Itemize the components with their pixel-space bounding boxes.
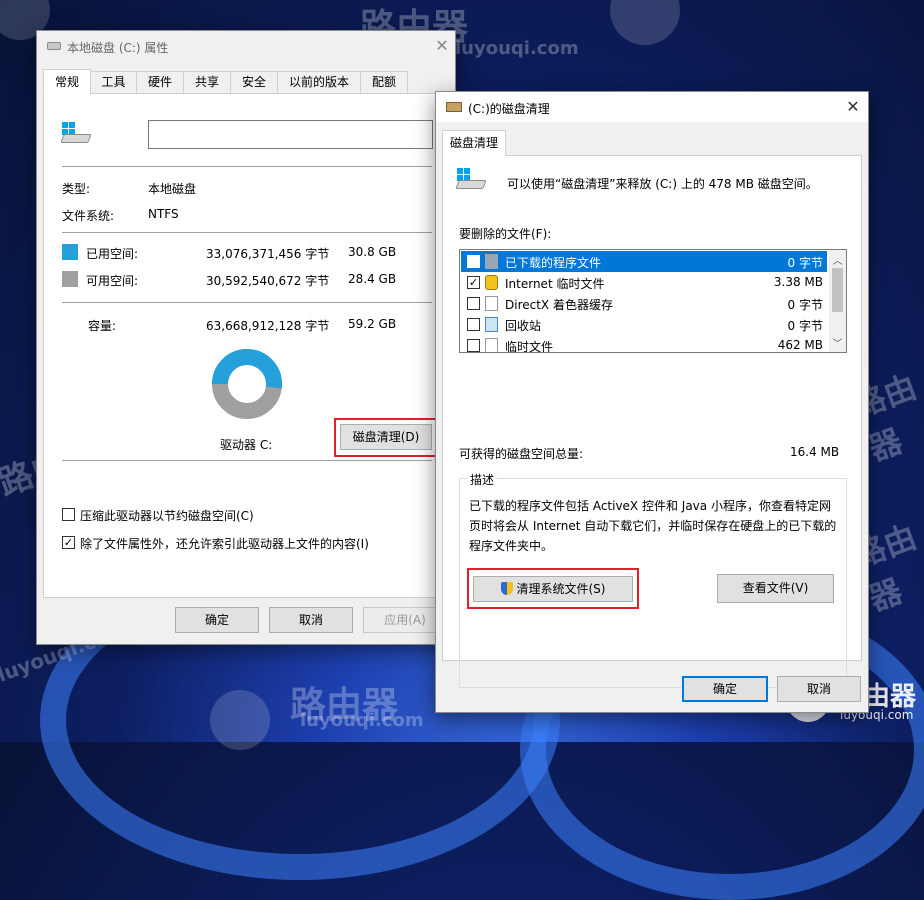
file-size: 0 字节 [787, 256, 823, 270]
properties-tabs: 常规 工具 硬件 共享 安全 以前的版本 配额 [43, 69, 449, 95]
file-size: 462 MB [777, 338, 823, 352]
divider [62, 166, 432, 167]
description-group [459, 414, 847, 418]
windows-drive-icon [455, 168, 487, 190]
free-space-size: 28.4 GB [348, 272, 397, 286]
cancel-button[interactable]: 取消 [777, 676, 861, 702]
watermark-logo-icon [610, 0, 680, 45]
used-space-bytes: 33,076,371,456 字节 [206, 247, 330, 261]
tab-security[interactable]: 安全 [230, 71, 278, 94]
cancel-button[interactable]: 取消 [269, 607, 353, 633]
file-icon [485, 296, 498, 311]
total-space-label: 可获得的磁盘空间总量: [459, 447, 584, 461]
files-to-delete-label: 要删除的文件(F): [459, 227, 552, 241]
description-header: 描述 [467, 471, 498, 488]
file-checkbox[interactable]: ✓ [467, 255, 480, 268]
close-icon[interactable]: ✕ [431, 35, 453, 57]
type-label: 类型: [62, 182, 91, 196]
file-name: 回收站 [505, 319, 542, 333]
file-list-row[interactable]: ✓ Internet 临时文件 3.38 MB [461, 272, 827, 293]
file-checkbox[interactable]: ✓ [467, 276, 480, 289]
file-list-row[interactable]: ✓ 已下载的程序文件 0 字节 [461, 251, 827, 272]
capacity-bytes: 63,668,912,128 字节 [206, 319, 330, 333]
file-name: Internet 临时文件 [505, 277, 605, 291]
files-scrollbar[interactable]: ︿ ﹀ [829, 250, 846, 352]
close-icon[interactable]: ✕ [842, 96, 864, 118]
tab-quota[interactable]: 配额 [360, 71, 408, 94]
cleanup-panel: 可以使用“磁盘清理”来释放 (C:) 上的 478 MB 磁盘空间。 要删除的文… [442, 155, 862, 688]
lock-icon [485, 275, 498, 290]
file-list-row[interactable]: 回收站 0 字节 [461, 314, 827, 335]
used-color-swatch [62, 244, 78, 260]
file-size: 0 字节 [787, 319, 823, 333]
total-space-value: 16.4 MB [790, 445, 840, 459]
tab-disk-cleanup[interactable]: 磁盘清理 [442, 130, 506, 156]
file-size: 3.38 MB [773, 275, 823, 289]
watermark-url: luyouqi.com [455, 38, 579, 59]
scroll-thumb[interactable] [832, 268, 843, 312]
file-name: 已下载的程序文件 [505, 256, 602, 270]
cleanup-titlebar: (C:)的磁盘清理 ✕ [436, 92, 868, 122]
folder-icon [485, 254, 498, 269]
type-value: 本地磁盘 [148, 182, 197, 196]
disk-cleanup-window: (C:)的磁盘清理 ✕ 磁盘清理 可以使用“磁盘清理”来释放 (C:) 上的 4… [435, 91, 869, 713]
capacity-size: 59.2 GB [348, 317, 397, 331]
properties-window: 本地磁盘 (C:) 属性 ✕ 常规 工具 硬件 共享 安全 以前的版本 配额 类… [36, 30, 456, 645]
tab-hardware[interactable]: 硬件 [136, 71, 184, 94]
drive-name-label: 驱动器 C: [220, 438, 273, 452]
cleanup-intro-text: 可以使用“磁盘清理”来释放 (C:) 上的 478 MB 磁盘空间。 [507, 177, 818, 191]
file-checkbox[interactable] [467, 318, 480, 331]
description-text: 已下载的程序文件包括 ActiveX 控件和 Java 小程序，你查看特定网页时… [469, 499, 837, 553]
watermark-url: luyouqi.com [300, 710, 424, 731]
tab-sharing[interactable]: 共享 [183, 71, 231, 94]
ok-button[interactable]: 确定 [175, 607, 259, 633]
capacity-label: 容量: [88, 319, 117, 333]
free-space-label: 可用空间: [86, 274, 139, 288]
cleanup-tabs: 磁盘清理 [442, 130, 862, 156]
file-icon [485, 338, 498, 352]
file-list-row[interactable]: 临时文件 462 MB [461, 335, 827, 353]
disk-usage-donut [212, 349, 282, 419]
scroll-up-icon[interactable]: ︿ [829, 252, 846, 267]
compress-checkbox-label: 压缩此驱动器以节约磁盘空间(C) [80, 509, 254, 523]
divider [62, 460, 432, 461]
file-size: 0 字节 [787, 298, 823, 312]
divider [62, 302, 432, 303]
free-space-bytes: 30,592,540,672 字节 [206, 274, 330, 288]
properties-titlebar: 本地磁盘 (C:) 属性 ✕ [37, 31, 455, 61]
files-list[interactable]: ✓ 已下载的程序文件 0 字节 ✓ Internet 临时文件 3.38 MB Direct… [459, 249, 847, 353]
scroll-down-icon[interactable]: ﹀ [829, 335, 846, 350]
highlight-box [467, 568, 639, 609]
file-name: DirectX 着色器缓存 [505, 298, 613, 312]
general-panel: 类型: 本地磁盘 文件系统: NTFS 已用空间: 33,076,371,456… [43, 93, 449, 598]
file-checkbox[interactable] [467, 297, 480, 310]
window-title: 本地磁盘 (C:) 属性 [67, 41, 169, 55]
filesystem-value: NTFS [148, 207, 179, 221]
file-name: 临时文件 [505, 340, 554, 353]
index-checkbox-label: 除了文件属性外，还允许索引此驱动器上文件的内容(I) [80, 537, 369, 551]
file-checkbox[interactable] [467, 339, 480, 352]
free-color-swatch [62, 271, 78, 287]
divider [62, 232, 432, 233]
file-list-row[interactable]: DirectX 着色器缓存 0 字节 [461, 293, 827, 314]
filesystem-label: 文件系统: [62, 209, 115, 223]
highlight-box [334, 418, 438, 457]
volume-label-input[interactable] [148, 120, 433, 149]
ok-button[interactable]: 确定 [682, 676, 768, 702]
used-space-size: 30.8 GB [348, 245, 397, 259]
used-space-label: 已用空间: [86, 247, 139, 261]
compress-checkbox[interactable] [62, 508, 75, 521]
tab-previous-versions[interactable]: 以前的版本 [277, 71, 361, 94]
tab-tools[interactable]: 工具 [90, 71, 137, 94]
windows-drive-icon [60, 122, 92, 144]
tab-general[interactable]: 常规 [43, 69, 91, 95]
recycle-bin-icon [485, 317, 498, 332]
cleanup-app-icon [446, 102, 462, 112]
index-checkbox[interactable]: ✓ [62, 536, 75, 549]
drive-icon [47, 42, 61, 50]
window-title: (C:)的磁盘清理 [468, 102, 550, 116]
view-files-button[interactable]: 查看文件(V) [717, 574, 834, 603]
watermark-logo-icon [210, 690, 270, 750]
